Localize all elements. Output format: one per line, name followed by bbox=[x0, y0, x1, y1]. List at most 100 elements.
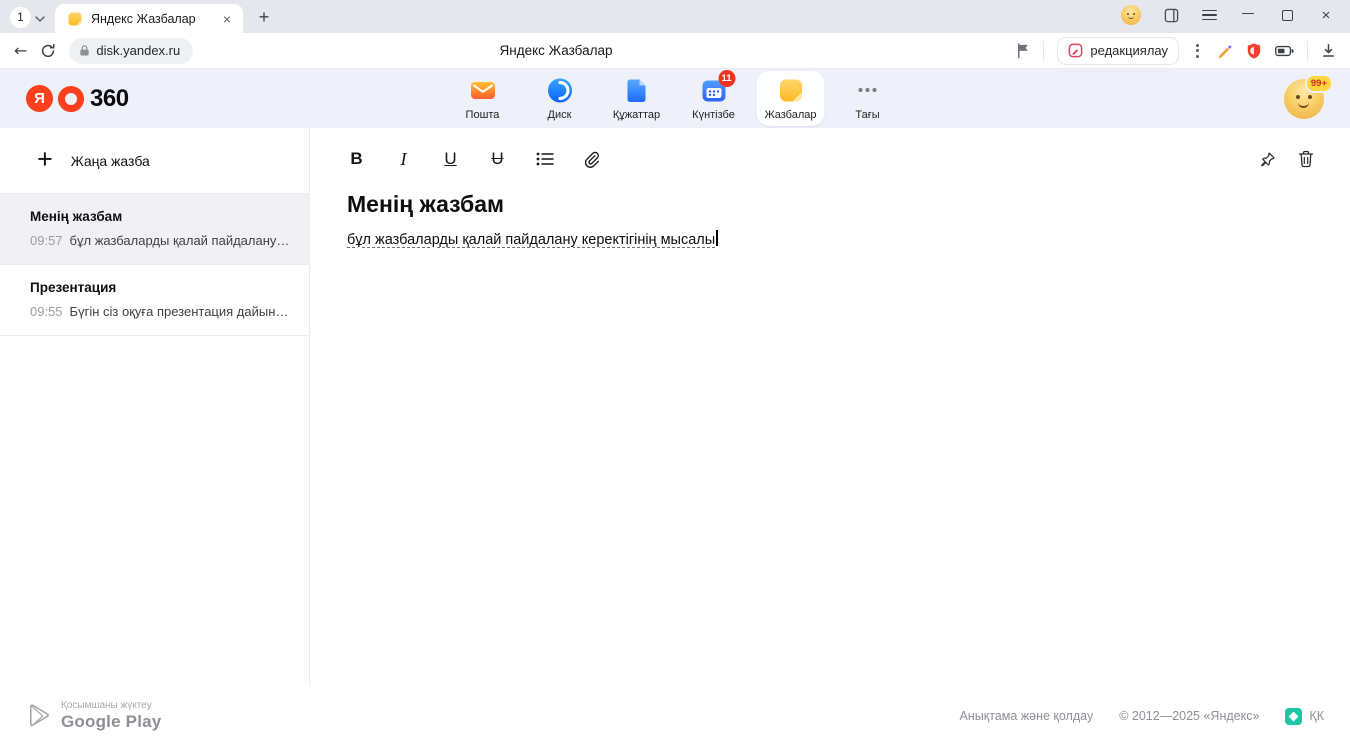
notifications-badge: 99+ bbox=[1305, 74, 1333, 93]
edit-mode-icon bbox=[1068, 43, 1083, 58]
protect-shield-icon[interactable] bbox=[1246, 42, 1262, 60]
editor-toolbar-right bbox=[1259, 150, 1314, 168]
nav-label: Құжаттар bbox=[613, 109, 660, 121]
logo-360-text: 360 bbox=[90, 85, 129, 113]
note-item-preview: бұл жазбаларды қалай пайдалану ке... bbox=[70, 233, 293, 248]
tab-close-icon[interactable]: × bbox=[219, 11, 235, 27]
bullet-list-icon[interactable] bbox=[535, 151, 554, 167]
note-item-title: Презентация bbox=[30, 280, 293, 295]
yandex-ya-icon: Я bbox=[26, 85, 53, 112]
bookmark-flag-icon[interactable] bbox=[1015, 42, 1030, 59]
help-link[interactable]: Анықтама және қолдау bbox=[960, 709, 1094, 723]
text-caret bbox=[716, 230, 718, 246]
services-nav: Пошта Диск Құжаттар 11 Күнтізбе bbox=[449, 69, 902, 128]
battery-icon[interactable] bbox=[1275, 45, 1294, 57]
nav-label: Диск bbox=[548, 109, 572, 121]
notes-favicon-icon bbox=[67, 11, 83, 27]
note-body[interactable]: бұл жазбаларды қалай пайдалану керектігі… bbox=[347, 230, 1314, 248]
reload-icon[interactable] bbox=[40, 43, 56, 59]
nav-label: Жазбалар bbox=[764, 109, 816, 121]
note-list-item[interactable]: Менің жазбам 09:57 бұл жазбаларды қалай … bbox=[0, 194, 309, 265]
divider bbox=[1043, 41, 1044, 61]
google-play-link[interactable]: Қосымшаны жүктеу Google Play bbox=[28, 700, 161, 732]
notes-sidebar: + Жаңа жазба Менің жазбам 09:57 бұл жазб… bbox=[0, 128, 310, 686]
side-panel-icon[interactable] bbox=[1164, 8, 1179, 23]
mail-icon bbox=[469, 77, 496, 104]
yandex360-logo[interactable]: Я 360 bbox=[26, 85, 129, 113]
nav-label: Пошта bbox=[466, 109, 500, 121]
address-bar-actions: редакциялау bbox=[1015, 37, 1336, 65]
pen-alice-icon[interactable] bbox=[1216, 42, 1233, 59]
lock-icon bbox=[79, 44, 90, 57]
strikethrough-icon[interactable]: U bbox=[488, 149, 507, 169]
google-play-icon bbox=[28, 704, 50, 728]
language-label: ҚК bbox=[1309, 709, 1324, 723]
more-options-icon[interactable] bbox=[1192, 44, 1203, 58]
bold-icon[interactable]: B bbox=[347, 149, 366, 169]
calendar-icon: 11 bbox=[700, 77, 727, 104]
note-editor: B I U U Менің жаз bbox=[310, 128, 1350, 686]
window-close-button[interactable]: × bbox=[1318, 5, 1334, 25]
new-note-button[interactable]: + Жаңа жазба bbox=[0, 128, 309, 194]
nav-item-calendar[interactable]: 11 Күнтізбе bbox=[680, 71, 748, 126]
documents-icon bbox=[623, 77, 650, 104]
edit-mode-label: редакциялау bbox=[1090, 43, 1168, 58]
window-minimize-button[interactable] bbox=[1240, 5, 1256, 25]
disk-icon bbox=[546, 77, 573, 104]
attach-paperclip-icon[interactable] bbox=[582, 150, 601, 168]
tab-strip: 1 Яндекс Жазбалар × + × bbox=[0, 0, 1350, 33]
tab-counter[interactable]: 1 bbox=[10, 7, 45, 28]
plus-icon: + bbox=[37, 144, 53, 175]
main-area: + Жаңа жазба Менің жазбам 09:57 бұл жазб… bbox=[0, 128, 1350, 686]
more-icon bbox=[854, 77, 881, 104]
edit-mode-button[interactable]: редакциялау bbox=[1057, 37, 1179, 65]
note-item-preview: Бүгін сіз оқуға презентация дайында... bbox=[70, 304, 293, 319]
user-avatar[interactable]: 99+ bbox=[1284, 79, 1324, 119]
footer-links: Анықтама және қолдау © 2012—2025 «Яндекс… bbox=[960, 708, 1324, 725]
note-item-meta: 09:57 бұл жазбаларды қалай пайдалану ке.… bbox=[30, 233, 293, 248]
browser-tab-active[interactable]: Яндекс Жазбалар × bbox=[55, 4, 243, 33]
note-list-item[interactable]: Презентация 09:55 Бүгін сіз оқуға презен… bbox=[0, 265, 309, 336]
yandex360-header: Я 360 Пошта Диск Құжаттар bbox=[0, 69, 1350, 128]
note-body-text: бұл жазбаларды қалай пайдалану керектігі… bbox=[347, 232, 715, 248]
new-note-label: Жаңа жазба bbox=[71, 153, 150, 169]
notes-icon bbox=[777, 77, 804, 104]
yandex-ring-icon bbox=[58, 86, 84, 112]
back-button[interactable]: ← bbox=[14, 41, 27, 60]
nav-item-docs[interactable]: Құжаттар bbox=[603, 71, 671, 126]
new-tab-button[interactable]: + bbox=[251, 4, 277, 30]
address-bar: ← disk.yandex.ru Яндекс Жазбалар редакци… bbox=[0, 33, 1350, 69]
note-item-time: 09:57 bbox=[30, 233, 63, 248]
browser-menu-icon[interactable] bbox=[1202, 10, 1217, 21]
divider bbox=[1307, 41, 1308, 61]
tab-count-badge: 1 bbox=[10, 7, 31, 28]
trash-icon[interactable] bbox=[1298, 150, 1314, 168]
nav-label: Күнтізбе bbox=[692, 109, 735, 121]
editor-toolbar: B I U U bbox=[347, 142, 1314, 176]
nav-label: Тағы bbox=[855, 109, 879, 121]
nav-item-notes[interactable]: Жазбалар bbox=[757, 71, 825, 126]
note-item-title: Менің жазбам bbox=[30, 209, 293, 224]
nav-item-disk[interactable]: Диск bbox=[526, 71, 594, 126]
copyright-text: © 2012—2025 «Яндекс» bbox=[1119, 709, 1259, 723]
tabstrip-right-controls: × bbox=[1121, 0, 1338, 33]
page-footer: Қосымшаны жүктеу Google Play Анықтама жә… bbox=[0, 686, 1350, 746]
pin-icon[interactable] bbox=[1259, 151, 1276, 168]
nav-item-mail[interactable]: Пошта bbox=[449, 71, 517, 126]
underline-icon[interactable]: U bbox=[441, 149, 460, 169]
note-title[interactable]: Менің жазбам bbox=[347, 191, 1314, 218]
window-maximize-button[interactable] bbox=[1279, 5, 1295, 25]
url-field[interactable]: disk.yandex.ru bbox=[69, 38, 193, 64]
calendar-badge: 11 bbox=[718, 70, 735, 87]
language-switcher[interactable]: ҚК bbox=[1285, 708, 1324, 725]
language-icon bbox=[1285, 708, 1302, 725]
note-item-meta: 09:55 Бүгін сіз оқуға презентация дайынд… bbox=[30, 304, 293, 319]
note-item-time: 09:55 bbox=[30, 304, 63, 319]
downloads-icon[interactable] bbox=[1321, 43, 1336, 58]
chevron-down-icon bbox=[35, 9, 45, 27]
nav-item-more[interactable]: Тағы bbox=[834, 71, 902, 126]
browser-profile-avatar[interactable] bbox=[1121, 5, 1141, 25]
tab-title: Яндекс Жазбалар bbox=[91, 12, 211, 26]
browser-window: 1 Яндекс Жазбалар × + × ← disk.yandex.r bbox=[0, 0, 1350, 746]
italic-icon[interactable]: I bbox=[394, 149, 413, 170]
